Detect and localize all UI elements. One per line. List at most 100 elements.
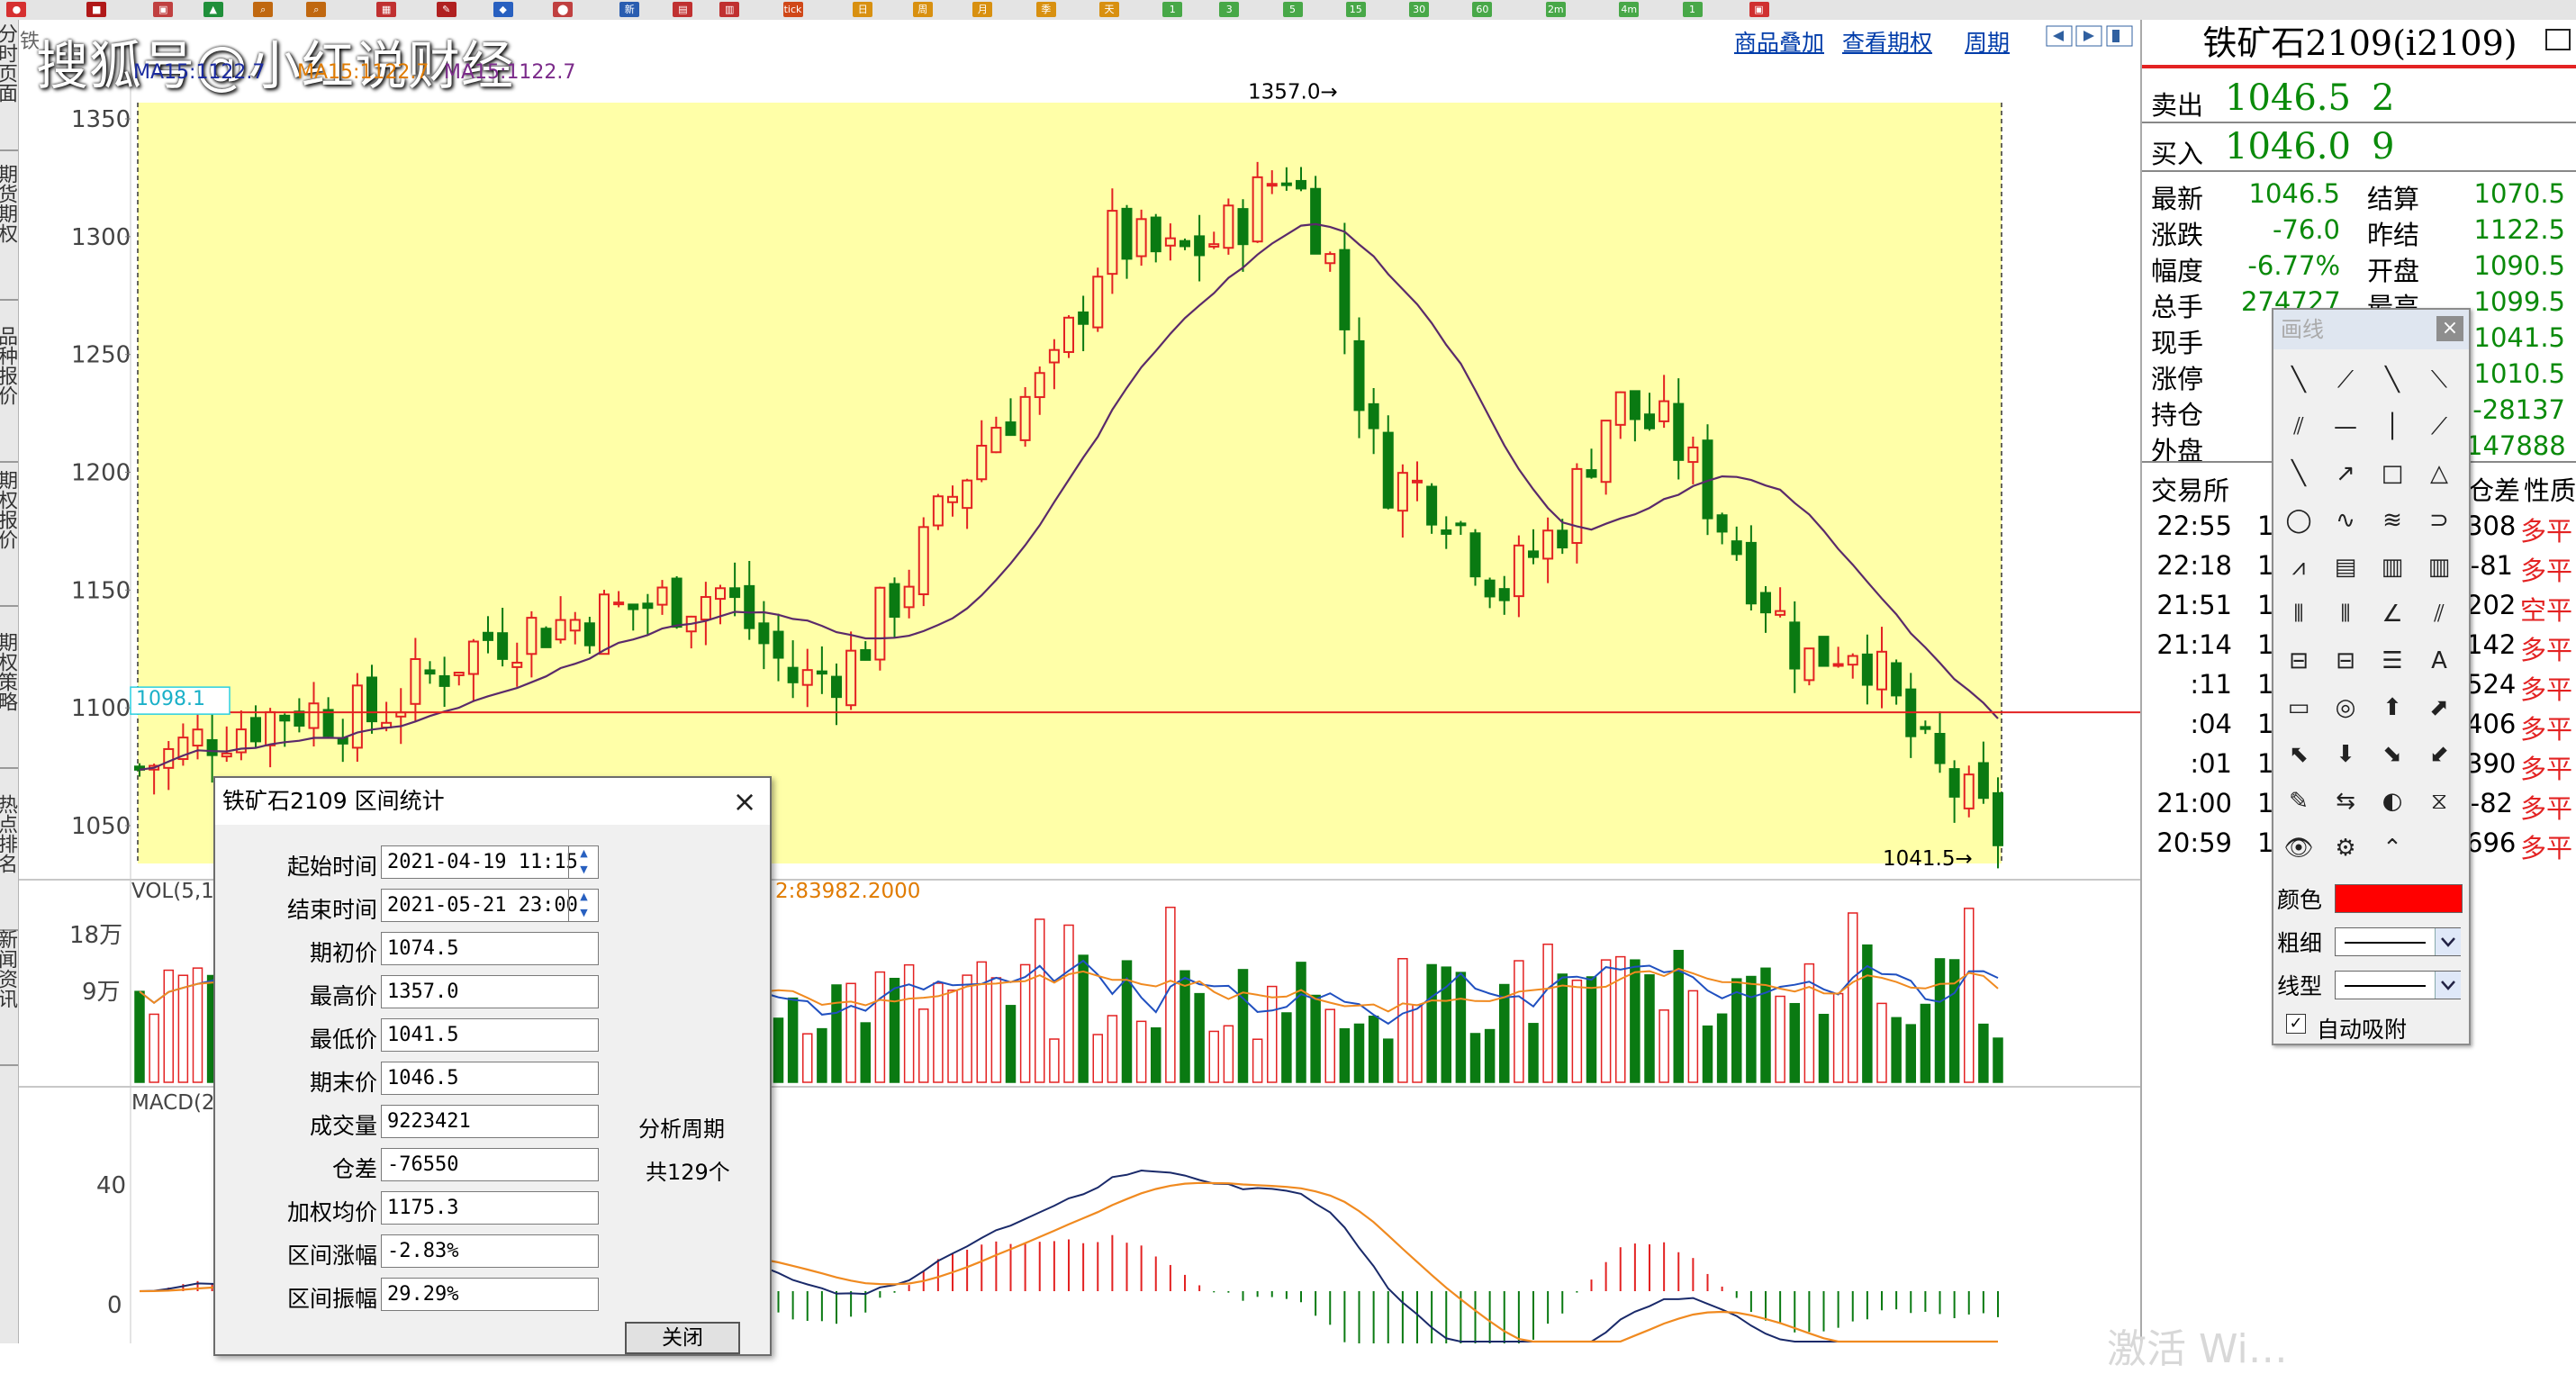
drawing-tool-icon[interactable]: 👁 [2281, 830, 2317, 866]
candle-body[interactable] [1252, 176, 1263, 243]
candle-body[interactable] [715, 587, 726, 601]
drawing-tool-icon[interactable]: △ [2421, 456, 2457, 492]
candle-body[interactable] [1673, 402, 1685, 461]
stat-field-input[interactable]: -76550 [381, 1148, 599, 1181]
candle-body[interactable] [1614, 391, 1626, 426]
candle-body[interactable] [1223, 204, 1234, 249]
stat-field-input[interactable]: 29.29% [381, 1278, 599, 1311]
candle-body[interactable] [1571, 467, 1583, 545]
candle-body[interactable] [453, 672, 465, 676]
candle-body[interactable] [1048, 348, 1060, 364]
toolbar-button[interactable]: 3 [1219, 2, 1240, 17]
trend-icon[interactable]: ▲ [203, 2, 223, 17]
candle-body[interactable] [555, 619, 566, 641]
candle-body[interactable] [1513, 544, 1524, 598]
chevron-down-icon[interactable] [2435, 928, 2461, 955]
candle-body[interactable] [1586, 469, 1597, 478]
toolbar-button[interactable]: 2m [1545, 2, 1566, 17]
drawing-tool-icon[interactable]: ⟋ [2327, 362, 2364, 398]
drawing-tool-icon[interactable]: — [2327, 409, 2364, 445]
period-link[interactable]: 周期 [1965, 25, 2010, 58]
candle-body[interactable] [729, 587, 741, 599]
drawing-tool-icon[interactable]: ◎ [2327, 690, 2364, 726]
candle-body[interactable] [932, 495, 944, 527]
toolbar-button[interactable]: 天 [1099, 2, 1119, 17]
candle-body[interactable] [1194, 235, 1206, 257]
candle-body[interactable] [1382, 431, 1394, 509]
candle-body[interactable] [250, 717, 261, 743]
left-tab[interactable]: 期货期权 [0, 164, 17, 243]
candle-body[interactable] [700, 596, 711, 621]
search-icon[interactable]: ⌕ [306, 2, 327, 17]
stat-field-input[interactable]: -2.83% [381, 1234, 599, 1268]
drawing-tool-icon[interactable]: ⩘ [2281, 549, 2317, 585]
drawing-tool-icon[interactable]: ⬇ [2327, 737, 2364, 773]
candle-body[interactable] [1121, 207, 1133, 260]
candle-body[interactable] [1266, 183, 1278, 187]
drawing-tool-icon[interactable]: ╲ [2281, 362, 2317, 398]
drawing-tool-icon[interactable]: ⚙ [2327, 830, 2364, 866]
candle-body[interactable] [1789, 621, 1801, 670]
nav-panel-icon[interactable] [2112, 30, 2120, 42]
candle-body[interactable] [424, 669, 436, 675]
candle-body[interactable] [787, 666, 799, 683]
candle-body[interactable] [511, 661, 523, 668]
candle-body[interactable] [1296, 179, 1306, 190]
spinner-up-icon[interactable]: ▲ [569, 845, 599, 862]
drawing-tool-icon[interactable]: ⬋ [2421, 737, 2457, 773]
drawing-tool-icon[interactable]: ▥ [2421, 549, 2457, 585]
color-swatch-fill[interactable] [2336, 885, 2462, 912]
candle-body[interactable] [976, 444, 988, 481]
toolbar-button[interactable]: 15 [1345, 2, 1366, 17]
candle-body[interactable] [351, 684, 363, 749]
toolbar-button[interactable]: 1 [1162, 2, 1183, 17]
candle-body[interactable] [599, 593, 610, 655]
candle-body[interactable] [758, 622, 770, 645]
candle-body[interactable] [1063, 316, 1074, 353]
candle-body[interactable] [438, 674, 450, 687]
candle-body[interactable] [1339, 249, 1351, 330]
toolbar-button[interactable]: 月 [972, 2, 993, 17]
candle-body[interactable] [1353, 339, 1365, 411]
candle-body[interactable] [1498, 588, 1510, 601]
drawing-palette-close-button[interactable]: × [2436, 316, 2463, 341]
candle-body[interactable] [1005, 421, 1017, 437]
drawing-tool-icon[interactable]: ⊟ [2327, 643, 2364, 679]
stat-field-input[interactable]: 1175.3 [381, 1191, 599, 1225]
drawing-tool-icon[interactable]: ⦀ [2327, 596, 2364, 632]
line-width-select[interactable] [2335, 927, 2461, 956]
candle-body[interactable] [1963, 773, 1975, 809]
candle-body[interactable] [889, 583, 900, 619]
drawing-tool-icon[interactable]: ⬉ [2281, 737, 2317, 773]
datetime-spinner[interactable]: ▲ ▼ [568, 845, 599, 879]
candle-body[interactable] [801, 669, 813, 686]
candle-body[interactable] [1542, 529, 1554, 560]
toolbar-button[interactable]: 60 [1472, 2, 1493, 17]
candle-body[interactable] [816, 670, 827, 675]
candle-body[interactable] [1208, 243, 1220, 248]
candle-body[interactable] [1368, 402, 1379, 429]
candle-body[interactable] [497, 632, 509, 660]
toolbar-button[interactable]: 周 [912, 2, 933, 17]
sell-icon[interactable]: ■ [86, 2, 107, 17]
drawing-tool-icon[interactable]: ▭ [2281, 690, 2317, 726]
toolbar-button[interactable]: 季 [1035, 2, 1056, 17]
candle-body[interactable] [1993, 791, 2003, 846]
candle-body[interactable] [1484, 579, 1496, 598]
left-tab[interactable]: 期权策略 [0, 632, 17, 711]
candle-body[interactable] [962, 479, 973, 510]
candle-body[interactable] [366, 676, 377, 723]
drawing-tool-icon[interactable]: ◐ [2374, 783, 2410, 819]
chart-icon[interactable]: ▥ [719, 2, 740, 17]
candle-body[interactable] [744, 584, 755, 629]
drawing-tool-icon[interactable]: ⫽ [2281, 409, 2317, 445]
stat-field-input[interactable]: 9223421 [381, 1105, 599, 1138]
candle-body[interactable] [773, 630, 784, 659]
candle-body[interactable] [322, 709, 334, 737]
candle-body[interactable] [1150, 216, 1161, 253]
drawing-tool-icon[interactable]: ╲ [2374, 362, 2410, 398]
candle-body[interactable] [1412, 479, 1423, 484]
drawing-tool-icon[interactable]: ╲ [2281, 456, 2317, 492]
candle-body[interactable] [947, 495, 958, 503]
left-tab[interactable]: 新闻资讯 [0, 929, 17, 1008]
